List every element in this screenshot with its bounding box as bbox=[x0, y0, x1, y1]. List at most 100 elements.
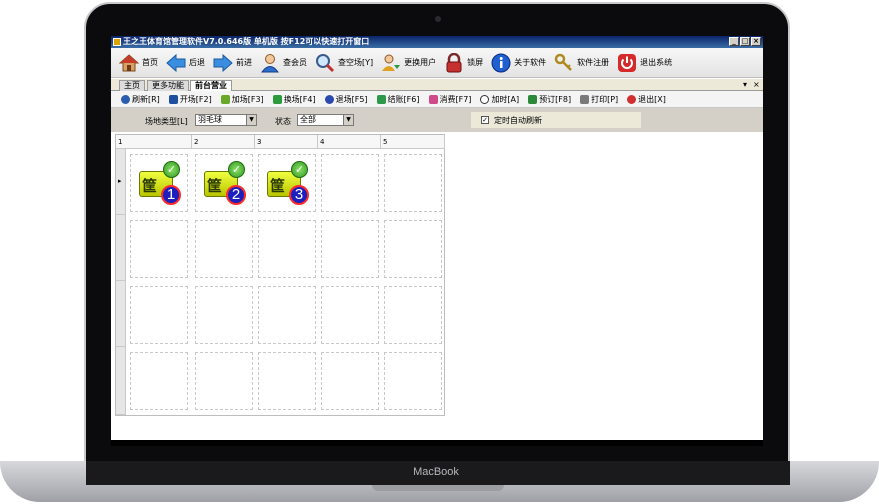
row-header[interactable] bbox=[116, 215, 126, 281]
reserve-icon bbox=[528, 94, 538, 104]
laptop-frame: MacBook 王之王体育馆管理软件V7.0.646版 单机版 按F12可以快速… bbox=[0, 0, 879, 504]
refresh-button[interactable]: 刷新[R] bbox=[121, 94, 160, 105]
home-button[interactable]: 首页 bbox=[119, 50, 158, 76]
about-button[interactable]: 关于软件 bbox=[491, 50, 546, 76]
check-icon: ✓ bbox=[163, 161, 180, 178]
auto-refresh-option[interactable]: ✓ 定时自动刷新 bbox=[471, 112, 641, 128]
court-cell-empty[interactable] bbox=[130, 220, 188, 278]
row-header[interactable] bbox=[116, 281, 126, 347]
court-cell-2[interactable]: 筐 ✓ 2 bbox=[195, 154, 253, 212]
add-time-button[interactable]: 加时[A] bbox=[480, 94, 519, 105]
chevron-down-icon: ▼ bbox=[343, 115, 353, 125]
switch-user-button[interactable]: 更换用户 bbox=[381, 50, 436, 76]
court-cell-empty[interactable] bbox=[130, 286, 188, 344]
court-cell-empty[interactable] bbox=[258, 352, 316, 410]
add-icon bbox=[220, 94, 230, 104]
auto-refresh-checkbox[interactable]: ✓ bbox=[481, 116, 489, 124]
venue-type-select[interactable]: 羽毛球 ▼ bbox=[195, 114, 257, 126]
court-cell-1[interactable]: 筐 ✓ 1 bbox=[130, 154, 188, 212]
court-cell-empty[interactable] bbox=[321, 286, 379, 344]
tab-more-functions[interactable]: 更多功能 bbox=[147, 80, 189, 91]
check-icon: ✓ bbox=[228, 161, 245, 178]
court-occupied-indicator[interactable]: 筐 ✓ 2 bbox=[204, 159, 256, 211]
info-icon bbox=[491, 53, 511, 72]
consume-button[interactable]: 消费[F7] bbox=[428, 94, 471, 105]
keys-icon bbox=[554, 53, 573, 71]
court-number-badge: 3 bbox=[289, 185, 309, 205]
power-icon bbox=[618, 53, 637, 72]
laptop-notch bbox=[372, 485, 504, 491]
register-button[interactable]: 软件注册 bbox=[554, 50, 609, 76]
close-button[interactable]: × bbox=[751, 37, 761, 46]
forward-button[interactable]: 前进 bbox=[213, 50, 252, 76]
column-header: 3 bbox=[255, 135, 318, 149]
row-header[interactable] bbox=[116, 347, 126, 415]
refresh-icon bbox=[121, 94, 130, 104]
court-number-badge: 2 bbox=[226, 185, 246, 205]
court-cell-3[interactable]: 筐 ✓ 3 bbox=[258, 154, 316, 212]
checkout-button[interactable]: 结账[F6] bbox=[376, 94, 420, 105]
leave-court-button[interactable]: 退场[F5] bbox=[324, 94, 368, 105]
forward-arrow-icon bbox=[213, 53, 233, 72]
magnifier-icon bbox=[316, 53, 335, 72]
status-label: 状态 bbox=[275, 117, 291, 126]
court-cell-empty[interactable] bbox=[384, 352, 442, 410]
court-number-badge: 1 bbox=[161, 185, 181, 205]
exit-system-button[interactable]: 退出系统 bbox=[617, 50, 672, 76]
find-empty-court-button[interactable]: 查空场[Y] bbox=[315, 50, 373, 76]
court-cell-empty[interactable] bbox=[258, 220, 316, 278]
court-cell-empty[interactable] bbox=[384, 220, 442, 278]
court-cell-empty[interactable] bbox=[195, 352, 253, 410]
tab-home[interactable]: 主页 bbox=[119, 80, 145, 91]
change-court-button[interactable]: 换场[F4] bbox=[272, 94, 316, 105]
tab-menu-icon[interactable]: ▾ bbox=[743, 79, 747, 90]
row-header[interactable]: ▸ bbox=[116, 149, 126, 215]
maximize-button[interactable]: □ bbox=[740, 37, 750, 46]
auto-refresh-label: 定时自动刷新 bbox=[494, 115, 542, 125]
venue-type-label: 场地类型[L] bbox=[145, 117, 188, 126]
printer-icon bbox=[580, 94, 590, 104]
add-court-button[interactable]: 加场[F3] bbox=[220, 94, 264, 105]
court-cell-empty[interactable] bbox=[384, 286, 442, 344]
court-cell-empty[interactable] bbox=[321, 352, 379, 410]
filter-bar: 场地类型[L] 羽毛球 ▼ 状态 全部 ▼ ✓ 定时自动刷新 bbox=[111, 108, 763, 132]
tab-strip: 主页 更多功能 前台营业 ▾ × bbox=[111, 79, 763, 92]
lock-icon bbox=[446, 52, 462, 72]
find-member-button[interactable]: 查会员 bbox=[260, 50, 307, 76]
court-cell-empty[interactable] bbox=[384, 154, 442, 212]
court-cell-empty[interactable] bbox=[321, 154, 379, 212]
chevron-down-icon: ▼ bbox=[246, 115, 256, 125]
open-icon bbox=[168, 94, 178, 104]
exit-button[interactable]: 退出[X] bbox=[627, 94, 666, 105]
court-occupied-indicator[interactable]: 筐 ✓ 3 bbox=[267, 159, 319, 211]
minimize-button[interactable]: _ bbox=[729, 37, 739, 46]
tab-close-icon[interactable]: × bbox=[753, 79, 760, 90]
home-icon bbox=[119, 53, 139, 71]
lock-screen-button[interactable]: 锁屏 bbox=[444, 50, 483, 76]
reserve-button[interactable]: 预订[F8] bbox=[528, 94, 571, 105]
leave-icon bbox=[324, 94, 334, 104]
action-bar: 刷新[R] 开场[F2] 加场[F3] 换场[F4] 退场[F5] 结账[F6] bbox=[111, 91, 763, 108]
member-icon bbox=[261, 53, 279, 72]
back-button[interactable]: 后退 bbox=[166, 50, 205, 76]
check-icon: ✓ bbox=[291, 161, 308, 178]
change-arrow-icon bbox=[272, 94, 282, 104]
current-row-marker: ▸ bbox=[118, 177, 122, 185]
window-title: 王之王体育馆管理软件V7.0.646版 单机版 按F12可以快速打开窗口 bbox=[123, 37, 370, 46]
court-cell-empty[interactable] bbox=[321, 220, 379, 278]
court-cell-empty[interactable] bbox=[258, 286, 316, 344]
court-cell-empty[interactable] bbox=[195, 220, 253, 278]
status-select[interactable]: 全部 ▼ bbox=[297, 114, 354, 126]
app-window: 王之王体育馆管理软件V7.0.646版 单机版 按F12可以快速打开窗口 _ □… bbox=[111, 36, 763, 446]
print-button[interactable]: 打印[P] bbox=[580, 94, 618, 105]
title-bar[interactable]: 王之王体育馆管理软件V7.0.646版 单机版 按F12可以快速打开窗口 _ □… bbox=[111, 36, 763, 48]
cart-icon bbox=[428, 94, 438, 104]
open-court-button[interactable]: 开场[F2] bbox=[168, 94, 212, 105]
court-occupied-indicator[interactable]: 筐 ✓ 1 bbox=[139, 159, 191, 211]
court-grid: 1 2 3 4 5 ▸ 筐 ✓ 1 筐 ✓ 2 筐 ✓ 3 bbox=[115, 134, 445, 416]
column-header: 1 bbox=[116, 135, 192, 149]
court-cell-empty[interactable] bbox=[130, 352, 188, 410]
court-cell-empty[interactable] bbox=[195, 286, 253, 344]
column-header: 4 bbox=[318, 135, 381, 149]
screen-bottom-edge bbox=[111, 440, 763, 446]
